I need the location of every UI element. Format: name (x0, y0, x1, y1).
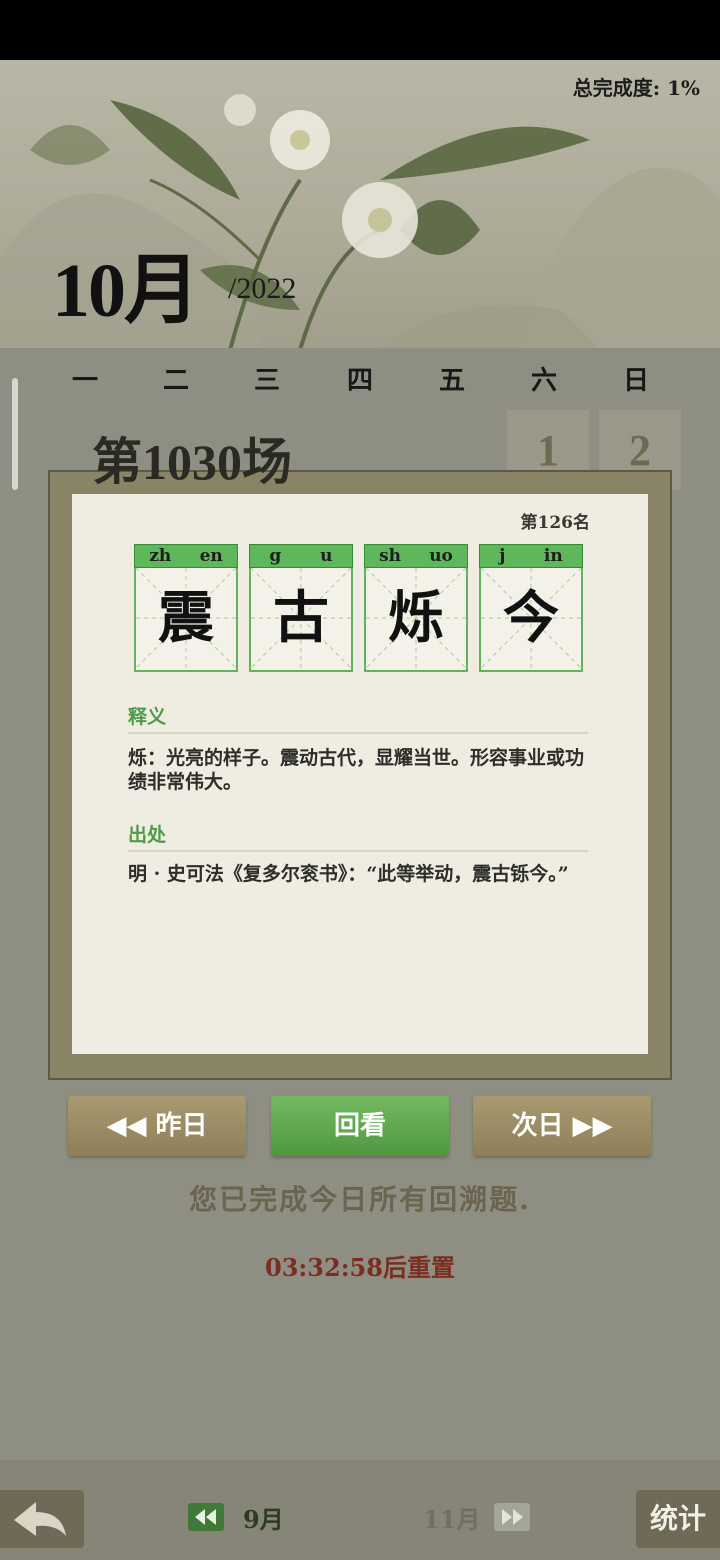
weekday-thu: 四 (346, 366, 373, 396)
divider (128, 732, 588, 734)
stats-button[interactable]: 统计 (636, 1490, 720, 1548)
pinyin-final: uo (429, 546, 453, 566)
pinyin-initial: g (269, 546, 282, 566)
prev-month-arrow-icon[interactable] (188, 1503, 224, 1531)
weekday-fri: 五 (438, 366, 465, 396)
weekday-tue: 二 (162, 366, 189, 396)
status-bar (0, 0, 720, 60)
bottom-bar (0, 1460, 720, 1560)
pinyin-initial: sh (379, 546, 402, 566)
round-title: 第1030场 (92, 434, 292, 490)
tian-grid: 今 (479, 568, 583, 672)
divider (128, 850, 588, 852)
year-label: /2022 (228, 272, 297, 305)
source-text: 明 · 史可法《复多尔衮书》：“此等举动，震古铄今。” (128, 863, 569, 885)
completion-message: 您已完成今日所有回溯题. (189, 1183, 531, 1216)
meaning-text: 烁：光亮的样子。震动古代，显耀当世。形容事业或功绩非常伟大。 (128, 747, 585, 793)
weekday-row: 一 二 三 四 五 六 日 (0, 360, 720, 396)
idiom-char: 烁 (388, 585, 444, 651)
tian-grid: 古 (249, 568, 353, 672)
pinyin-final: u (320, 546, 333, 566)
pinyin-initial: j (499, 546, 506, 566)
idiom-char: 古 (273, 585, 329, 651)
pinyin-bar: zh en (134, 544, 238, 568)
reset-timer: 03:32:58后重置 (265, 1253, 455, 1282)
pinyin-final: in (543, 546, 563, 566)
weekday-mon: 一 (71, 366, 98, 396)
pinyin-bar: g u (249, 544, 353, 568)
total-progress: 总完成度: 1% (572, 76, 700, 100)
weekday-sat: 六 (530, 366, 557, 396)
source-heading: 出处 (128, 824, 167, 846)
review-button[interactable]: 回看 (271, 1096, 449, 1156)
meaning-heading: 释义 (128, 706, 167, 728)
pinyin-final: en (199, 546, 223, 566)
back-arrow-icon (14, 1502, 66, 1536)
next-day-button[interactable]: 次日 ▶▶ (473, 1096, 651, 1156)
idiom-char-card: zh en 震 (134, 544, 238, 672)
weekday-sun: 日 (622, 366, 649, 396)
prev-day-button[interactable]: ◀◀ 昨日 (68, 1096, 246, 1156)
tian-grid: 震 (134, 568, 238, 672)
result-modal: 第126名 zh en 震 g u 古 sh uo 烁 j in 今 释义 烁：… (72, 494, 648, 1054)
idiom-char: 震 (158, 585, 214, 651)
scrollbar[interactable] (12, 378, 18, 490)
pinyin-bar: j in (479, 544, 583, 568)
back-button[interactable] (0, 1490, 84, 1548)
pinyin-initial: zh (149, 546, 172, 566)
idiom-char-card: sh uo 烁 (364, 544, 468, 672)
idiom-char-card: j in 今 (479, 544, 583, 672)
tian-grid: 烁 (364, 568, 468, 672)
idiom-char: 今 (503, 585, 559, 651)
month-title: 10月 (52, 249, 200, 333)
idiom-char-card: g u 古 (249, 544, 353, 672)
rank-label: 第126名 (520, 513, 591, 533)
next-month-label[interactable]: 11月 (423, 1500, 480, 1535)
pinyin-bar: sh uo (364, 544, 468, 568)
next-month-arrow-icon[interactable] (494, 1503, 530, 1531)
weekday-wed: 三 (253, 366, 280, 396)
prev-month-label[interactable]: 9月 (243, 1500, 284, 1535)
